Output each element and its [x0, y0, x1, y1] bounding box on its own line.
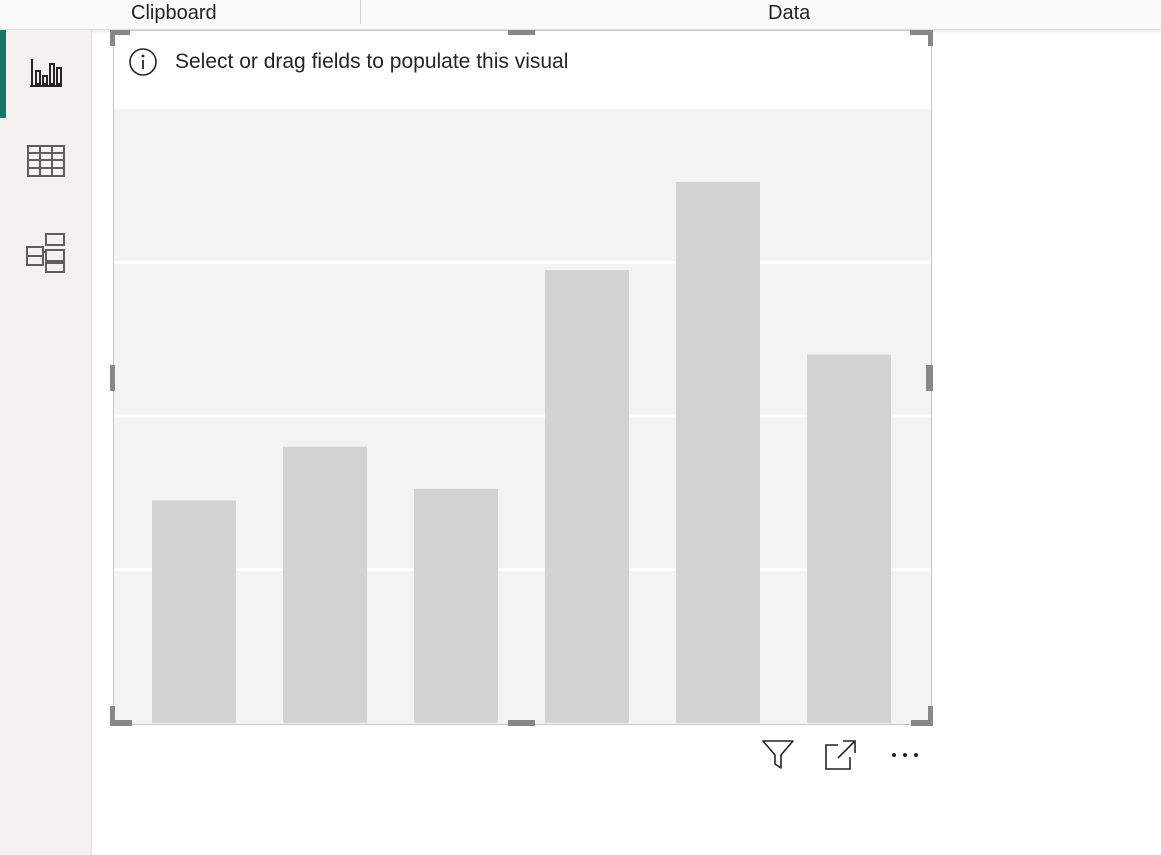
chart-bar — [283, 446, 367, 723]
ribbon-separator — [360, 0, 361, 24]
resize-handle-bottom-left-vertical[interactable] — [110, 706, 115, 726]
placeholder-column-chart — [114, 109, 931, 724]
focus-mode-icon — [825, 740, 856, 770]
ribbon-group-clipboard-label: Clipboard — [131, 2, 217, 24]
visual-placeholder-banner: Select or drag fields to populate this v… — [114, 31, 931, 109]
chart-bar — [676, 181, 760, 724]
resize-handle-bottom-middle[interactable] — [508, 720, 535, 726]
table-view-icon — [27, 145, 65, 177]
placeholder-message: Select or drag fields to populate this v… — [175, 50, 569, 73]
chart-bar — [545, 270, 629, 723]
visual-container[interactable]: Select or drag fields to populate this v… — [113, 30, 932, 725]
resize-handle-top-middle[interactable] — [508, 30, 535, 35]
filter-button[interactable] — [753, 732, 801, 780]
chart-bar — [152, 500, 236, 723]
chart-bar — [414, 488, 498, 723]
more-options-icon — [892, 753, 918, 757]
more-options-button[interactable] — [878, 732, 926, 780]
table-view-button[interactable] — [0, 118, 91, 206]
resize-handle-bottom-right-vertical[interactable] — [928, 706, 933, 726]
resize-handle-right-middle[interactable] — [926, 365, 933, 391]
model-view-button[interactable] — [0, 206, 91, 294]
view-switcher-rail — [0, 30, 92, 855]
ribbon-group-data-label: Data — [768, 2, 811, 24]
resize-handle-left-middle[interactable] — [110, 365, 115, 391]
focus-mode-button[interactable] — [816, 732, 864, 780]
resize-handle-top-left-vertical[interactable] — [110, 30, 115, 46]
chart-bar — [807, 354, 891, 723]
visual-toolbar — [750, 732, 930, 780]
report-view-button[interactable] — [0, 30, 91, 118]
filter-icon — [762, 740, 794, 769]
info-icon — [129, 48, 157, 76]
chart-svg — [114, 181, 931, 724]
report-view-icon — [30, 59, 62, 87]
ribbon-group-labels: Clipboard Data — [0, 0, 1161, 30]
model-view-icon — [26, 233, 65, 273]
resize-handle-top-right-vertical[interactable] — [928, 30, 933, 46]
